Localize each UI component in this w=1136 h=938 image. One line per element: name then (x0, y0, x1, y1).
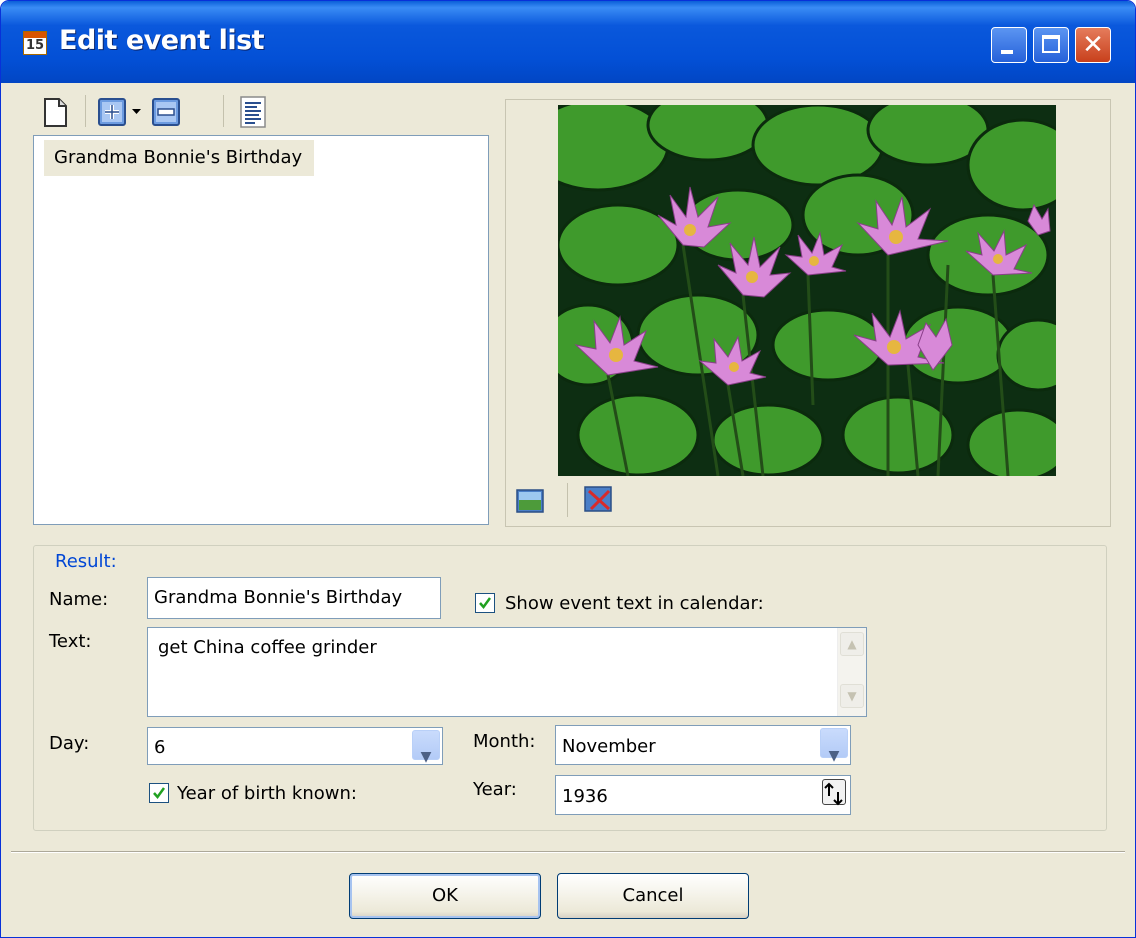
name-value: Grandma Bonnie's Birthday (154, 587, 403, 608)
edit-event-list-dialog: 15 Edit event list ✕ Grandma Bonnie's Bi… (0, 0, 1136, 938)
event-list[interactable]: Grandma Bonnie's Birthday (33, 135, 489, 525)
month-value: November (562, 736, 656, 757)
year-value: 1936 (562, 786, 608, 807)
window-title: Edit event list (59, 25, 265, 56)
month-select[interactable]: November ▼ (555, 725, 851, 765)
list-properties-icon[interactable] (237, 95, 269, 129)
day-value: 6 (154, 737, 166, 758)
dropdown-arrow-icon[interactable] (131, 107, 143, 117)
event-list-item[interactable]: Grandma Bonnie's Birthday (44, 140, 315, 176)
insert-image-icon[interactable] (515, 487, 545, 515)
show-event-text-label: Show event text in calendar: (505, 593, 764, 614)
show-event-text-checkbox[interactable] (475, 593, 495, 613)
divider (11, 851, 1125, 853)
toolbar-separator (223, 95, 224, 127)
maximize-button[interactable] (1033, 27, 1069, 63)
month-dropdown-button[interactable]: ▼ (820, 728, 848, 764)
day-select[interactable]: 6 ▼ (147, 727, 443, 765)
name-field[interactable]: Grandma Bonnie's Birthday (147, 577, 441, 619)
remove-icon[interactable] (151, 97, 183, 127)
calendar-icon-day: 15 (25, 38, 45, 53)
checkmark-icon (153, 787, 166, 800)
day-label: Day: (49, 733, 90, 754)
maximize-icon (1042, 35, 1060, 53)
cancel-button[interactable]: Cancel (557, 873, 749, 919)
close-icon: ✕ (1082, 30, 1104, 60)
chevron-down-icon: ▼ (828, 748, 840, 764)
text-field[interactable]: get China coffee grinder ▲ ▼ (147, 627, 867, 717)
new-document-icon[interactable] (39, 95, 71, 129)
day-dropdown-button[interactable]: ▼ (412, 730, 440, 765)
minimize-icon (1001, 50, 1013, 54)
ok-button[interactable]: OK (349, 873, 541, 919)
text-label: Text: (49, 631, 92, 652)
spin-up-down-icon (824, 782, 843, 806)
year-spinner[interactable] (822, 779, 846, 806)
calendar-icon: 15 (23, 31, 47, 55)
year-of-birth-known-label: Year of birth known: (177, 783, 357, 804)
close-button[interactable]: ✕ (1075, 27, 1111, 63)
scroll-down-icon[interactable]: ▼ (840, 684, 864, 708)
delete-image-icon[interactable] (583, 485, 615, 515)
year-of-birth-known-checkbox[interactable] (149, 783, 169, 803)
name-label: Name: (49, 589, 109, 610)
month-label: Month: (473, 731, 536, 752)
event-photo (558, 105, 1056, 476)
checkmark-icon (479, 597, 492, 610)
result-legend: Result: (49, 551, 123, 572)
year-label: Year: (473, 779, 517, 800)
minimize-button[interactable] (991, 27, 1027, 63)
chevron-down-icon: ▼ (420, 749, 432, 765)
image-toolbar-separator (567, 483, 568, 517)
add-icon[interactable] (97, 97, 129, 127)
scroll-up-icon[interactable]: ▲ (840, 632, 864, 656)
water-lily-image (558, 105, 1056, 476)
text-scrollbar[interactable]: ▲ ▼ (837, 628, 866, 716)
text-value: get China coffee grinder (158, 637, 377, 658)
year-field[interactable]: 1936 (555, 775, 851, 815)
toolbar-separator (85, 95, 86, 127)
title-bar[interactable]: 15 Edit event list ✕ (1, 1, 1135, 83)
